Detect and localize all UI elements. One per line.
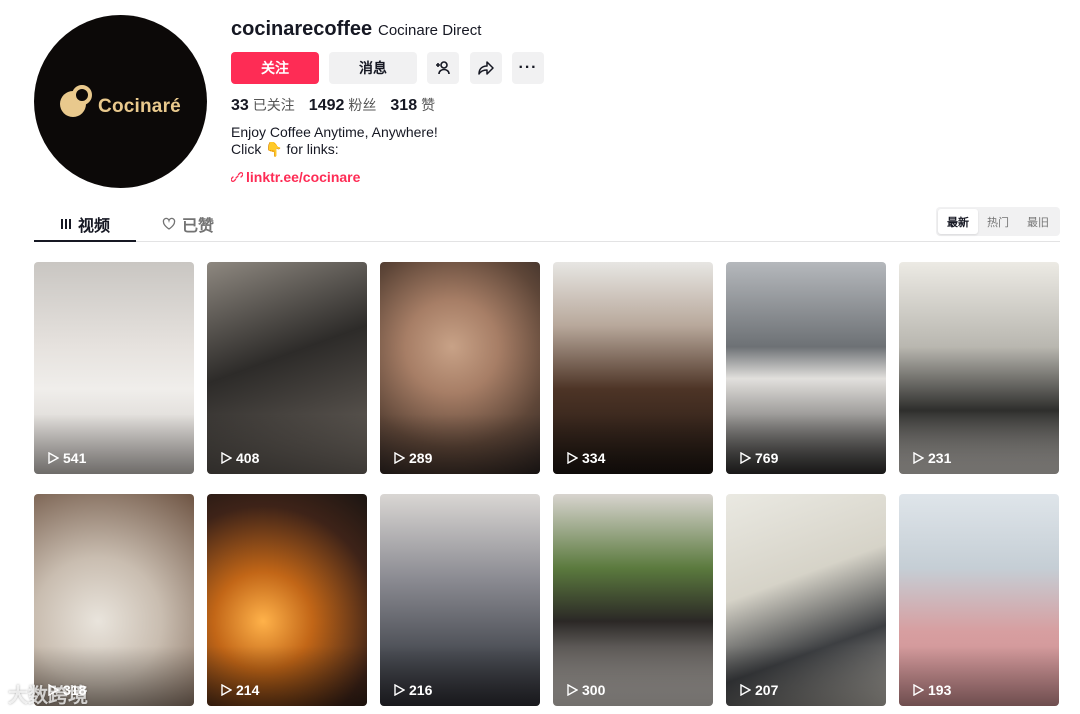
nickname: Cocinare Direct [378, 22, 482, 39]
likes-count: 318 [390, 97, 418, 114]
view-count: 300 [566, 682, 605, 698]
video-card[interactable]: 207 [726, 494, 886, 706]
profile-bio: Enjoy Coffee Anytime, Anywhere! Click 👇 … [231, 124, 438, 158]
play-icon [740, 684, 751, 696]
view-count-value: 231 [928, 450, 952, 466]
play-icon [48, 452, 59, 464]
play-icon [567, 452, 578, 464]
tab-videos[interactable]: 视频 [34, 207, 136, 242]
profile-stats: 33 已关注 1492 粉丝 318 赞 [231, 95, 435, 115]
view-count-value: 214 [236, 682, 260, 698]
view-count: 214 [220, 682, 259, 698]
bio-line-2: Click 👇 for links: [231, 141, 339, 157]
grid-icon [60, 218, 71, 229]
video-card[interactable]: 214 [207, 494, 367, 706]
view-count: 541 [47, 450, 86, 466]
video-card[interactable]: 334 [553, 262, 713, 474]
sort-popular[interactable]: 热门 [978, 209, 1018, 234]
view-count: 216 [393, 682, 432, 698]
view-count-value: 207 [755, 682, 779, 698]
tab-videos-label: 视频 [77, 217, 110, 235]
play-icon [221, 684, 232, 696]
view-count: 334 [566, 450, 605, 466]
video-card[interactable]: 318 [34, 494, 194, 706]
profile-tabs: 视频 已赞 最新 热门 最旧 [34, 207, 1060, 242]
play-icon [394, 684, 405, 696]
brand-logo: Cocinaré [60, 84, 181, 119]
video-card[interactable]: 541 [34, 262, 194, 474]
add-friend-button[interactable] [427, 52, 459, 84]
tab-liked-label: 已赞 [182, 218, 215, 235]
likes-stat: 318 赞 [390, 95, 435, 115]
view-count-value: 289 [409, 450, 433, 466]
followers-label: 粉丝 [348, 97, 377, 113]
video-card[interactable]: 193 [899, 494, 1059, 706]
following-stat[interactable]: 33 已关注 [231, 95, 295, 115]
view-count: 207 [739, 682, 778, 698]
sort-oldest[interactable]: 最旧 [1018, 209, 1058, 234]
view-count: 289 [393, 450, 432, 466]
view-count: 231 [912, 450, 951, 466]
more-options-button[interactable]: ··· [512, 52, 544, 84]
followers-stat[interactable]: 1492 粉丝 [309, 95, 377, 115]
view-count-value: 541 [63, 450, 87, 466]
profile-avatar[interactable]: Cocinaré [34, 15, 207, 188]
view-count: 193 [912, 682, 951, 698]
video-card[interactable]: 769 [726, 262, 886, 474]
view-count-value: 216 [409, 682, 433, 698]
username: cocinarecoffee [231, 18, 373, 40]
play-icon [567, 684, 578, 696]
bio-line-1: Enjoy Coffee Anytime, Anywhere! [231, 124, 438, 140]
video-card[interactable]: 216 [380, 494, 540, 706]
view-count: 769 [739, 450, 778, 466]
followers-count: 1492 [308, 97, 345, 114]
add-person-icon [436, 61, 450, 75]
play-icon [740, 452, 751, 464]
video-grid: 541 408 289 334 769 231 318 214 216 300 … [34, 262, 1060, 706]
play-icon [913, 684, 924, 696]
heart-lock-icon [162, 217, 176, 230]
likes-label: 赞 [421, 97, 436, 113]
link-icon [231, 172, 243, 182]
following-label: 已关注 [252, 97, 295, 113]
following-count: 33 [231, 97, 249, 114]
view-count-value: 334 [582, 450, 606, 466]
bio-link[interactable]: linktr.ee/cocinare [231, 169, 360, 185]
play-icon [913, 452, 924, 464]
video-card[interactable]: 408 [207, 262, 367, 474]
play-icon [48, 684, 59, 696]
play-icon [394, 452, 405, 464]
video-card[interactable]: 289 [380, 262, 540, 474]
view-count-value: 318 [63, 682, 87, 698]
message-button[interactable]: 消息 [329, 52, 417, 84]
bio-link-text: linktr.ee/cocinare [246, 169, 361, 185]
share-button[interactable] [470, 52, 502, 84]
tab-liked[interactable]: 已赞 [162, 207, 214, 241]
sort-latest[interactable]: 最新 [938, 209, 978, 234]
share-icon [478, 61, 494, 75]
view-count-value: 408 [236, 450, 260, 466]
view-count-value: 769 [755, 450, 779, 466]
play-icon [221, 452, 232, 464]
view-count: 408 [220, 450, 259, 466]
view-count-value: 193 [928, 682, 952, 698]
sort-toggle: 最新 热门 最旧 [936, 207, 1060, 236]
follow-button[interactable]: 关注 [231, 52, 319, 84]
coffee-logo-icon [60, 84, 94, 119]
video-card[interactable]: 300 [553, 494, 713, 706]
view-count-value: 300 [582, 682, 606, 698]
logo-text: Cocinaré [98, 95, 181, 117]
video-card[interactable]: 231 [899, 262, 1059, 474]
view-count: 318 [47, 682, 86, 698]
